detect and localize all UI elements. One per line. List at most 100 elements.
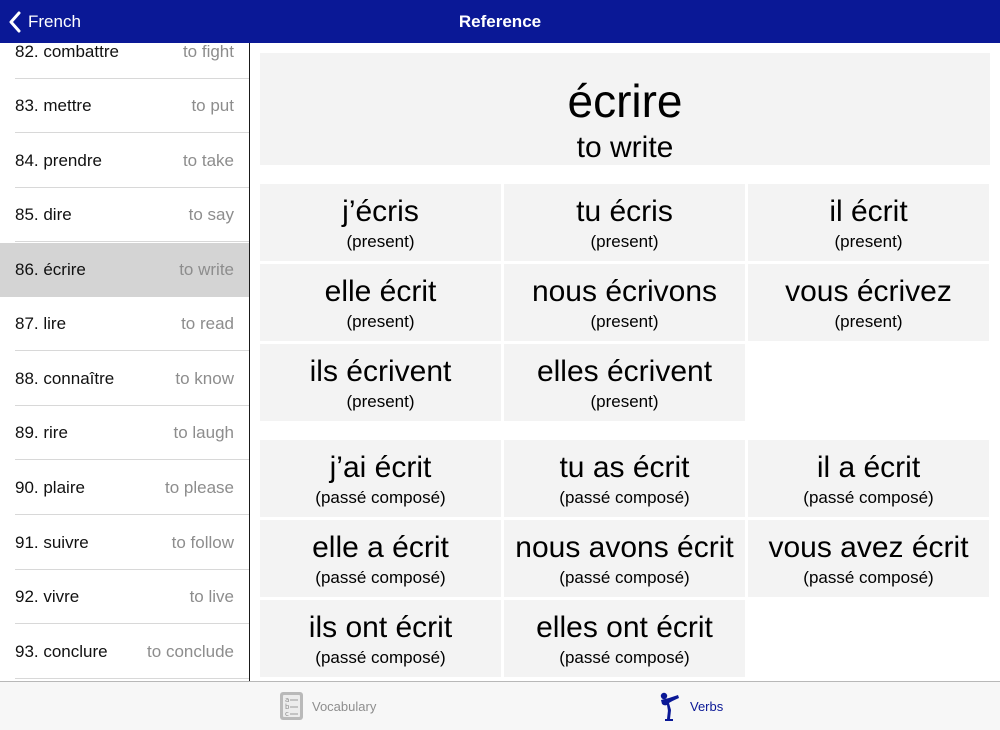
tense-label: (passé composé) xyxy=(803,488,934,507)
conjugation-cell: elles écrivent (present) xyxy=(504,344,745,421)
list-item-translation: to know xyxy=(175,369,234,388)
tense-label: (passé composé) xyxy=(803,568,934,587)
conjugation-cell: vous écrivez (present) xyxy=(748,264,989,341)
divider xyxy=(15,459,249,460)
tense-label: (present) xyxy=(834,232,903,251)
tense-label: (present) xyxy=(834,312,903,331)
tense-label: (present) xyxy=(590,232,659,251)
list-item-translation: to say xyxy=(188,205,234,224)
conjugated-form: nous avons écrit xyxy=(515,531,734,564)
svg-text:c: c xyxy=(285,710,289,718)
conjugated-form: ils ont écrit xyxy=(308,611,453,644)
conjugated-form: nous écrivons xyxy=(531,275,718,308)
verb-translation: to write xyxy=(576,131,674,164)
conjugated-form: tu écris xyxy=(576,195,673,228)
list-item-translation: to put xyxy=(191,96,234,115)
tense-label: (passé composé) xyxy=(315,568,446,587)
list-item-translation: to laugh xyxy=(173,423,235,442)
conjugated-form: vous avez écrit xyxy=(768,531,969,564)
tab-verbs-label: Verbs xyxy=(690,698,724,714)
verb-list[interactable]: 82. combattre to fight 83. mettre to put… xyxy=(0,43,250,681)
list-item[interactable]: 87. lire to read xyxy=(0,297,249,351)
list-item-translation: to please xyxy=(165,478,234,497)
list-item-translation: to follow xyxy=(171,533,234,552)
chevron-left-icon xyxy=(9,11,21,32)
list-item-word: 87. lire xyxy=(15,314,67,333)
conjugated-form: j’écris xyxy=(342,195,419,228)
conjugation-cell: nous avons écrit (passé composé) xyxy=(504,520,745,597)
tab-verbs[interactable]: Verbs xyxy=(658,682,723,730)
list-item-word: 92. vivre xyxy=(15,587,80,606)
conjugation-cell: il écrit (present) xyxy=(748,184,989,261)
divider xyxy=(15,350,249,351)
tense-label: (present) xyxy=(590,392,659,411)
divider xyxy=(15,623,249,624)
list-item[interactable]: 82. combattre to fight xyxy=(0,43,249,79)
tense-label: (passé composé) xyxy=(315,648,446,667)
conjugation-cell: elle écrit (present) xyxy=(260,264,501,341)
page-title: Reference xyxy=(458,12,542,31)
conjugated-form: elles ont écrit xyxy=(536,611,713,644)
conjugation-cell: j’ai écrit (passé composé) xyxy=(260,440,501,517)
list-item[interactable]: 92. vivre to live xyxy=(0,570,249,624)
conjugation-cell: vous avez écrit (passé composé) xyxy=(748,520,989,597)
back-button[interactable]: French xyxy=(8,0,81,43)
list-item[interactable]: 93. conclure to conclude xyxy=(0,625,249,679)
list-item-translation: to write xyxy=(179,260,234,279)
list-item-word: 88. connaître xyxy=(15,369,115,388)
vocabulary-cards-icon: a b c xyxy=(280,692,303,720)
divider xyxy=(15,241,249,242)
conjugated-form: tu as écrit xyxy=(559,451,690,484)
conjugation-panel[interactable]: écrire to write j’écris (present) tu écr… xyxy=(250,43,1000,681)
list-item[interactable]: 83. mettre to put xyxy=(0,79,249,133)
list-item[interactable]: 85. dire to say xyxy=(0,188,249,242)
verb-header-card: écrire to write xyxy=(260,53,990,165)
list-item[interactable]: 88. connaître to know xyxy=(0,352,249,406)
conjugated-form: vous écrivez xyxy=(785,275,952,308)
divider xyxy=(15,514,249,515)
divider xyxy=(15,678,249,679)
list-item-word: 89. rire xyxy=(15,423,68,442)
tense-label: (passé composé) xyxy=(559,488,690,507)
list-item-word: 93. conclure xyxy=(15,642,108,661)
tense-label: (present) xyxy=(346,232,415,251)
list-item[interactable]: 91. suivre to follow xyxy=(0,516,249,570)
conjugation-cell: elles ont écrit (passé composé) xyxy=(504,600,745,677)
list-item-word: 86. écrire xyxy=(15,260,86,279)
list-item[interactable]: 90. plaire to please xyxy=(0,461,249,515)
tab-vocabulary[interactable]: a b c Vocabulary xyxy=(279,682,376,730)
list-item-translation: to live xyxy=(189,587,234,606)
list-item-translation: to conclude xyxy=(147,642,234,661)
tab-bar: a b c Vocabulary Verbs xyxy=(0,681,1000,730)
list-item[interactable]: 84. prendre to take xyxy=(0,134,249,188)
tab-vocabulary-label: Vocabulary xyxy=(312,698,377,714)
list-item-selected[interactable]: 86. écrire to write xyxy=(0,243,249,297)
list-item-translation: to fight xyxy=(182,43,234,61)
list-item-word: 83. mettre xyxy=(15,96,92,115)
list-item-translation: to read xyxy=(181,314,234,333)
tense-label: (passé composé) xyxy=(315,488,446,507)
conjugation-cell: il a écrit (passé composé) xyxy=(748,440,989,517)
navigation-bar: French Reference xyxy=(0,0,1000,43)
list-item-word: 90. plaire xyxy=(15,478,85,497)
conjugation-cell: elle a écrit (passé composé) xyxy=(260,520,501,597)
list-item-translation: to take xyxy=(182,151,234,170)
conjugated-form: il écrit xyxy=(829,195,908,228)
tense-label: (passé composé) xyxy=(559,648,690,667)
verbs-figure-icon xyxy=(660,692,679,721)
list-item-word: 91. suivre xyxy=(15,533,89,552)
conjugated-form: j’ai écrit xyxy=(329,451,432,484)
tense-label: (present) xyxy=(346,392,415,411)
conjugation-cell: ils écrivent (present) xyxy=(260,344,501,421)
tense-label: (present) xyxy=(590,312,659,331)
list-item[interactable]: 89. rire to laugh xyxy=(0,406,249,460)
list-item-word: 82. combattre xyxy=(15,43,119,61)
tense-label: (present) xyxy=(346,312,415,331)
list-item-word: 84. prendre xyxy=(15,151,102,170)
conjugation-cell: tu as écrit (passé composé) xyxy=(504,440,745,517)
conjugated-form: ils écrivent xyxy=(309,355,452,388)
tense-label: (passé composé) xyxy=(559,568,690,587)
conjugated-form: il a écrit xyxy=(816,451,921,484)
conjugated-form: elle écrit xyxy=(324,275,437,308)
conjugated-form: elles écrivent xyxy=(536,355,713,388)
